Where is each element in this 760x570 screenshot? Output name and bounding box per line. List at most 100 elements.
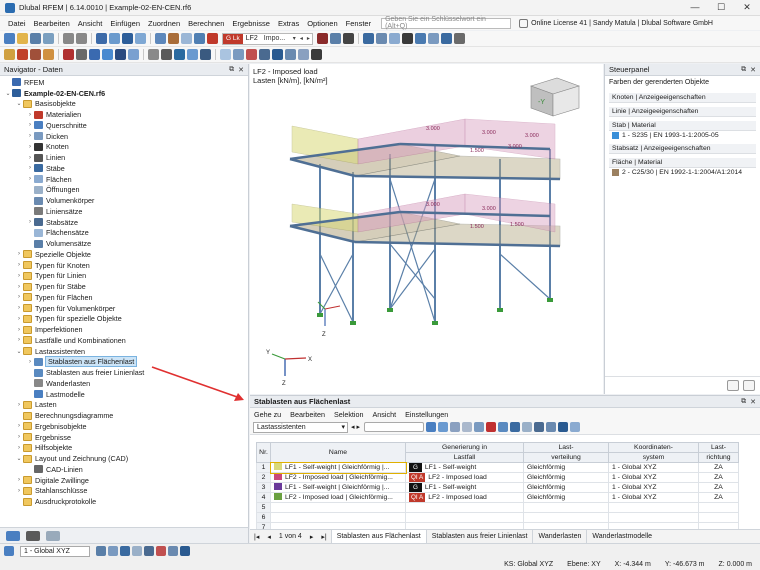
render-status-icon[interactable] xyxy=(180,546,190,556)
expand-icon[interactable]: › xyxy=(15,305,23,311)
close-button[interactable]: ✕ xyxy=(734,2,760,13)
nav-item-lastassistenten[interactable]: ⌄ Lastassistenten xyxy=(0,346,249,357)
iso-icon[interactable] xyxy=(375,33,387,44)
settings-icon[interactable] xyxy=(272,49,283,60)
nav-item-wanderlasten[interactable]: Wanderlasten xyxy=(0,378,249,389)
display-icon[interactable] xyxy=(181,33,192,44)
expand-icon[interactable]: › xyxy=(26,359,34,365)
rows-icon[interactable] xyxy=(461,422,472,432)
panel-settings-icon[interactable] xyxy=(743,380,755,391)
nav-item-flächen[interactable]: › Flächen xyxy=(0,174,249,185)
tab-moving-loads[interactable]: Wanderlasten xyxy=(532,530,586,543)
visibility-status-icon[interactable] xyxy=(156,546,166,556)
control-group-header[interactable]: Knoten | Anzeigeeigenschaften xyxy=(609,93,756,103)
table-row[interactable]: 4 LF2 - Imposed load | Gleichförmig... QI … xyxy=(256,492,739,503)
load-icon[interactable] xyxy=(316,33,328,44)
cell-loadcase[interactable] xyxy=(405,512,524,523)
print-icon[interactable] xyxy=(43,33,54,44)
support-icon[interactable] xyxy=(63,49,74,60)
float-panel-icon[interactable]: ⧉ xyxy=(229,66,234,74)
menu-zuordnen[interactable]: Zuordnen xyxy=(144,19,184,28)
cell-loadcase[interactable] xyxy=(405,502,524,513)
cell-distribution[interactable]: Gleichförmig xyxy=(523,482,609,493)
cell-coordinate-system[interactable]: 1 - Global XYZ xyxy=(608,482,699,493)
close-panel-icon[interactable]: ✕ xyxy=(750,66,756,74)
nav-item-lastfälle-und-kombinationen[interactable]: › Lastfälle und Kombinationen xyxy=(0,335,249,346)
nav-item-typen-für-stäbe[interactable]: › Typen für Stäbe xyxy=(0,281,249,292)
clip-icon[interactable] xyxy=(427,33,439,44)
measure-icon[interactable] xyxy=(148,49,159,60)
nav-item-imperfektionen[interactable]: › Imperfektionen xyxy=(0,324,249,335)
menu-optionen[interactable]: Optionen xyxy=(303,19,341,28)
prev-next-arrows-icon[interactable]: ◂ ▸ xyxy=(351,423,360,431)
cell-distribution[interactable]: Gleichförmig xyxy=(523,492,609,503)
menu-einfuegen[interactable]: Einfügen xyxy=(106,19,144,28)
cell-direction[interactable]: ZA xyxy=(698,472,739,483)
float-panel-icon[interactable]: ⧉ xyxy=(741,398,746,406)
cell-direction[interactable]: ZA xyxy=(698,462,739,473)
table-row[interactable]: 6 xyxy=(256,512,739,523)
control-group-header[interactable]: Fläche | Material xyxy=(609,158,756,168)
expand-icon[interactable]: › xyxy=(26,112,34,118)
nav-item-knoten[interactable]: › Knoten xyxy=(0,142,249,153)
cell-direction[interactable]: ZA xyxy=(698,482,739,493)
display-tab-icon[interactable] xyxy=(26,530,40,541)
save-icon[interactable] xyxy=(30,33,41,44)
cell-coordinate-system[interactable] xyxy=(608,502,699,513)
cell-distribution[interactable] xyxy=(523,502,609,513)
cell-name[interactable]: LF2 - Imposed load | Gleichförmig... xyxy=(270,492,406,503)
nav-item-stablasten-aus-freier-linienlast[interactable]: Stablasten aus freier Linienlast xyxy=(0,367,249,378)
expand-icon[interactable]: › xyxy=(15,445,23,451)
cell-distribution[interactable]: Gleichförmig xyxy=(523,462,609,473)
select-icon[interactable] xyxy=(4,49,15,60)
control-group-header[interactable]: Stab | Material xyxy=(609,121,756,131)
data-tab-icon[interactable] xyxy=(6,530,20,541)
import-icon[interactable] xyxy=(298,49,309,60)
calc-icon[interactable] xyxy=(122,33,133,44)
snap-icon[interactable] xyxy=(161,49,172,60)
expand-icon[interactable]: › xyxy=(26,165,34,171)
export-table-icon[interactable] xyxy=(569,422,580,432)
cell-name[interactable] xyxy=(270,502,406,513)
prev-arrow-icon[interactable]: ◂ xyxy=(298,35,305,42)
tab-moving-load-models[interactable]: Wanderlastmodelle xyxy=(586,530,657,543)
nav-item-ausdruckprotokolle[interactable]: Ausdruckprotokolle xyxy=(0,496,249,507)
expand-icon[interactable]: › xyxy=(26,133,34,139)
navigation-cube[interactable]: -Y xyxy=(530,77,580,117)
last-page-icon[interactable]: ▸| xyxy=(317,533,330,541)
nav-item-volumensätze[interactable]: Volumensätze xyxy=(0,238,249,249)
copy-icon[interactable] xyxy=(102,49,113,60)
close-panel-icon[interactable]: ✕ xyxy=(750,398,756,406)
undo-icon[interactable] xyxy=(63,33,74,44)
wire-icon[interactable] xyxy=(401,33,413,44)
cell-direction[interactable]: ZA xyxy=(698,492,739,503)
table-menu-settings[interactable]: Einstellungen xyxy=(405,410,448,419)
copy-row-icon[interactable] xyxy=(509,422,520,432)
visibility-icon[interactable] xyxy=(233,49,244,60)
expand-icon[interactable]: › xyxy=(15,423,23,429)
model-viewport[interactable]: LF2 - Imposed load Lasten [kN/m], [kN/m²… xyxy=(250,64,603,394)
surface-tool-icon[interactable] xyxy=(43,49,54,60)
delete-row-icon[interactable] xyxy=(485,422,496,432)
print-table-icon[interactable] xyxy=(557,422,568,432)
collapse-icon[interactable]: ⌄ xyxy=(15,100,23,107)
cell-loadcase[interactable]: G LF1 - Self-weight xyxy=(405,482,524,493)
front-view-icon[interactable] xyxy=(388,33,400,44)
graphics-icon[interactable] xyxy=(533,422,544,432)
cell-coordinate-system[interactable]: 1 - Global XYZ xyxy=(608,492,699,503)
expand-icon[interactable]: › xyxy=(26,176,34,182)
table-row[interactable]: 1 LF1 - Self-weight | Gleichförmig |... G L… xyxy=(256,461,739,474)
next-arrow-icon[interactable]: ▸ xyxy=(305,35,312,42)
excel-icon[interactable] xyxy=(473,422,484,432)
maximize-button[interactable]: ☐ xyxy=(708,2,734,13)
table-menu-goto[interactable]: Gehe zu xyxy=(254,410,281,419)
loadcase-icon[interactable] xyxy=(207,33,218,44)
sort-icon[interactable] xyxy=(437,422,448,432)
nav-item-linien[interactable]: › Linien xyxy=(0,152,249,163)
menu-datei[interactable]: Datei xyxy=(4,19,30,28)
expand-icon[interactable]: › xyxy=(15,327,23,333)
tab-member-loads-from-free-line-load[interactable]: Stablasten aus freier Linienlast xyxy=(425,530,533,543)
views-tab-icon[interactable] xyxy=(46,530,60,541)
nav-item-typen-für-volumenkörper[interactable]: › Typen für Volumenkörper xyxy=(0,303,249,314)
cell-name[interactable]: LF1 - Self-weight | Gleichförmig |... xyxy=(269,461,407,474)
